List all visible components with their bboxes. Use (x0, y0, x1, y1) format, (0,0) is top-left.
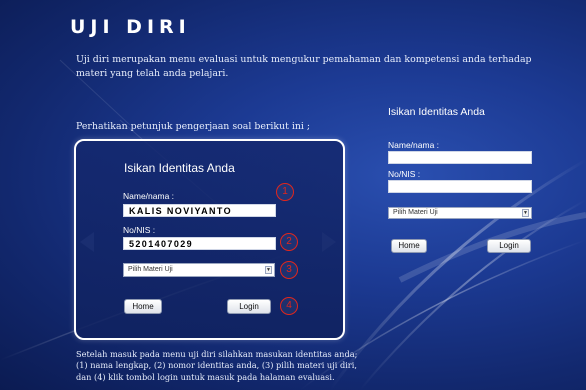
example-materi-select: Pilih Materi Uji ▼ (123, 263, 275, 277)
step-4-badge: 4 (280, 297, 298, 315)
page-title: UJI DIRI (70, 16, 191, 38)
materi-select[interactable]: Pilih Materi Uji ▼ (388, 207, 532, 219)
example-panel-title: Isikan Identitas Anda (124, 161, 235, 175)
example-home-button: Home (124, 299, 162, 314)
intro-text: Uji diri merupakan menu evaluasi untuk m… (76, 54, 532, 79)
name-input[interactable] (388, 151, 532, 164)
chevron-down-icon: ▼ (522, 209, 529, 217)
name-label: Name/nama : (388, 140, 440, 150)
example-select-value: Pilih Materi Uji (128, 266, 173, 273)
example-nis-field: 5201407029 (123, 237, 276, 250)
example-name-field: KALIS NOVIYANTO (123, 204, 276, 217)
home-button[interactable]: Home (391, 239, 427, 253)
nis-input[interactable] (388, 180, 532, 193)
example-nis-label: No/NIS : (123, 225, 156, 235)
example-login-panel: Isikan Identitas Anda Name/nama : KALIS … (74, 139, 345, 340)
login-button[interactable]: Login (487, 239, 531, 253)
example-name-label: Name/nama : (123, 191, 175, 201)
nis-label: No/NIS : (388, 169, 421, 179)
outro-line-1: Setelah masuk pada menu uji diri silahka… (76, 349, 358, 359)
select-value: Pilih Materi Uji (393, 209, 438, 216)
step-3-badge: 3 (280, 261, 298, 279)
example-login-button: Login (227, 299, 271, 314)
outro-line-3: dan (4) klik tombol login untuk masuk pa… (76, 371, 335, 382)
login-panel-title: Isikan Identitas Anda (388, 106, 485, 118)
chevron-down-icon: ▼ (265, 266, 272, 274)
step-2-badge: 2 (280, 233, 298, 251)
outro-line-2: (1) nama lengkap, (2) nomor identitas an… (76, 360, 357, 371)
outro-text: Setelah masuk pada menu uji diri silahka… (76, 349, 366, 383)
step-1-badge: 1 (276, 183, 294, 201)
instruction-text: Perhatikan petunjuk pengerjaan soal beri… (76, 121, 311, 132)
